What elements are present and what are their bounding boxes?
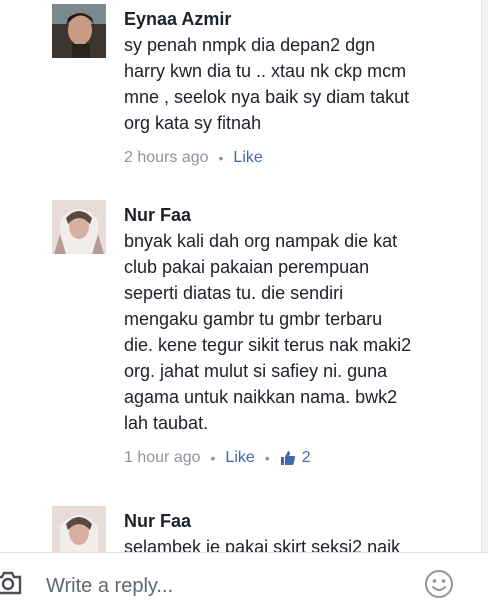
comment-author[interactable]: Eynaa Azmir <box>124 8 464 30</box>
comment-thread: Eynaa Azmir sy penah nmpk dia depan2 dgn… <box>0 0 488 552</box>
comment-author[interactable]: Nur Faa <box>124 510 464 532</box>
separator-dot: • <box>264 450 270 466</box>
like-count-value: 2 <box>301 449 311 466</box>
avatar[interactable] <box>52 200 106 254</box>
comment-text: sy penah nmpk dia depan2 dgn harry kwn d… <box>124 35 410 133</box>
comment-timestamp[interactable]: 1 hour ago <box>124 448 201 468</box>
comment-text: selambek je pakai skirt seksi2 naik <box>124 537 401 552</box>
smiley-icon[interactable] <box>424 569 454 604</box>
reply-input[interactable] <box>46 575 406 598</box>
like-count[interactable]: 2 <box>280 448 311 468</box>
comment-timestamp[interactable]: 2 hours ago <box>124 148 209 168</box>
like-link[interactable]: Like <box>233 148 262 168</box>
comment-meta: 2 hours ago • Like <box>124 148 464 168</box>
thumbs-up-icon <box>280 451 295 465</box>
separator-dot: • <box>210 450 216 466</box>
reply-bar <box>0 552 488 603</box>
scrollbar[interactable] <box>481 0 488 552</box>
comment-meta: 1 hour ago • Like • 2 <box>124 448 464 468</box>
comment-text: bnyak kali dah org nampak die kat club p… <box>124 231 412 433</box>
avatar[interactable] <box>52 506 106 552</box>
camera-icon[interactable] <box>0 571 22 600</box>
avatar[interactable] <box>52 4 106 58</box>
like-link[interactable]: Like <box>225 448 254 468</box>
separator-dot: • <box>218 150 224 166</box>
comment-author[interactable]: Nur Faa <box>124 204 464 226</box>
